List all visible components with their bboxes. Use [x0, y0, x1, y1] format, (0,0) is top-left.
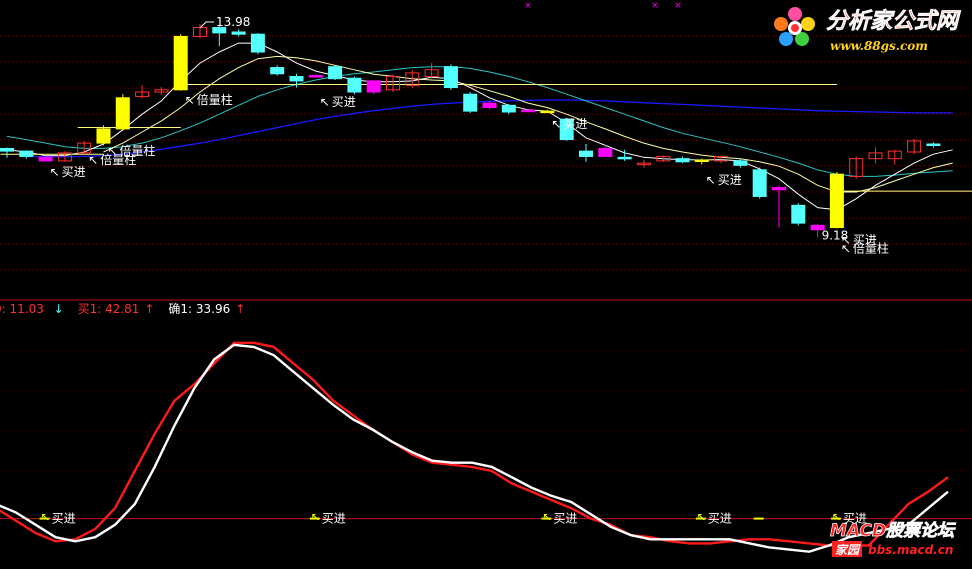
arrow-down-icon: ↓ [54, 302, 64, 316]
ma-short-line [6, 42, 953, 211]
candle-body [521, 109, 536, 113]
indicator-header: 0: 11.03 ↓ 买1: 42.81 ↑ 确1: 33.96 ↑ [0, 302, 245, 316]
arrow-up-icon: ↑ [144, 302, 154, 316]
candle-body [598, 147, 613, 157]
signal-arrow-icon: ↖ [311, 511, 320, 524]
signal-arrow-icon: ↖ [542, 511, 551, 524]
candle-body [231, 31, 246, 35]
signal-arrow-icon: ↖ [41, 511, 50, 524]
signal-label: 买进 [563, 117, 587, 131]
candle-body [38, 156, 53, 162]
candle-body [328, 66, 343, 80]
candle-body [270, 67, 285, 75]
candle-body [501, 104, 516, 113]
logo-top: 分析家公式网 www.88gs.com [774, 7, 961, 53]
candle-body [289, 75, 304, 82]
top-marker-icon: × [524, 1, 532, 11]
signal-arrow-icon: ↖ [185, 93, 195, 107]
signal-arrow-icon: ↖ [108, 144, 118, 158]
candle-body [0, 147, 14, 152]
signal-label: 买进 [332, 95, 356, 109]
candle-body [926, 143, 941, 146]
stock-chart: × × × ↖ 买进↖ 倍量柱↖ 倍量柱↖ 倍量柱 ↖ 买进↖ 买进↖ 买进↖ 买进↖ 倍量柱13.98… [0, 1, 972, 557]
indicator-signal-label: 买进 [708, 512, 732, 526]
candle-body [540, 110, 555, 114]
signal-arrow-icon: ↖ [88, 153, 98, 167]
high-label: 13.98 [216, 15, 250, 29]
candle-body [752, 169, 767, 197]
signal-label: 买进 [718, 173, 742, 187]
logo-bottom: MACD股票论坛 家园 bbs.macd.cn [830, 521, 956, 557]
low-label: 9.18 [822, 228, 849, 242]
arrow-up-icon: ↑ [235, 302, 245, 316]
candle-body [694, 159, 709, 162]
logo-top-url: www.88gs.com [830, 39, 928, 53]
candle-body [96, 128, 111, 144]
signal-label: 买进 [62, 165, 86, 179]
logo-bottom-title: MACD股票论坛 [830, 521, 956, 541]
indicator-signal-label: 买进 [553, 512, 577, 526]
signal-arrow-icon: ↖ [320, 95, 330, 109]
signal-arrow-icon: ↖ [841, 242, 851, 256]
candle-body [250, 33, 265, 53]
signal-label: 倍量柱 [120, 143, 156, 158]
signal-label: 倍量柱 [853, 241, 889, 256]
indicator-line-red [0, 341, 949, 547]
candle-body [443, 66, 458, 89]
signal-arrow-icon: ↖ [551, 117, 561, 131]
moving-averages [6, 42, 953, 211]
logo-top-title: 分析家公式网 [826, 8, 961, 34]
candle-body [617, 156, 632, 160]
indicator-value: 0: 11.03 [0, 302, 44, 316]
candle-body [115, 97, 130, 130]
indicator-value: 确1: 33.96 [168, 302, 230, 316]
candle-body [463, 93, 478, 112]
logo-bottom-url: bbs.macd.cn [868, 543, 953, 557]
candle-body [366, 80, 381, 93]
candle-body [19, 150, 34, 157]
logo-bottom-badge: 家园 [835, 543, 861, 557]
signal-arrow-icon: ↖ [697, 511, 706, 524]
candle-body [791, 204, 806, 224]
candlesticks [0, 24, 941, 238]
candle-body [733, 160, 748, 166]
candle-body [482, 102, 497, 109]
candle-body [347, 77, 362, 93]
top-marker-icon: × [651, 1, 659, 11]
reference-lines [0, 83, 972, 192]
indicator-panel: ↖ 买进 ↖ 买进 ↖ 买进 ↖ 买进 ↖ 买进 [0, 341, 972, 553]
ma-long-line [6, 66, 953, 177]
candle-body [772, 187, 786, 191]
top-marker-icon: × [674, 1, 682, 11]
candle-body [829, 173, 844, 229]
candle-body [173, 35, 188, 91]
signal-arrow-icon: ↖ [50, 165, 60, 179]
indicator-signal-label: 买进 [52, 512, 76, 526]
candle-body [579, 150, 593, 157]
indicator-line-white [0, 343, 949, 553]
signal-arrow-icon: ↖ [706, 173, 716, 187]
signal-label: 倍量柱 [197, 92, 233, 107]
candle-body [308, 75, 323, 78]
candle-body [675, 158, 690, 163]
flower-logo-icon [774, 7, 815, 46]
indicator-signal-label: 买进 [322, 512, 346, 526]
indicator-value: 买1: 42.81 [78, 302, 140, 316]
